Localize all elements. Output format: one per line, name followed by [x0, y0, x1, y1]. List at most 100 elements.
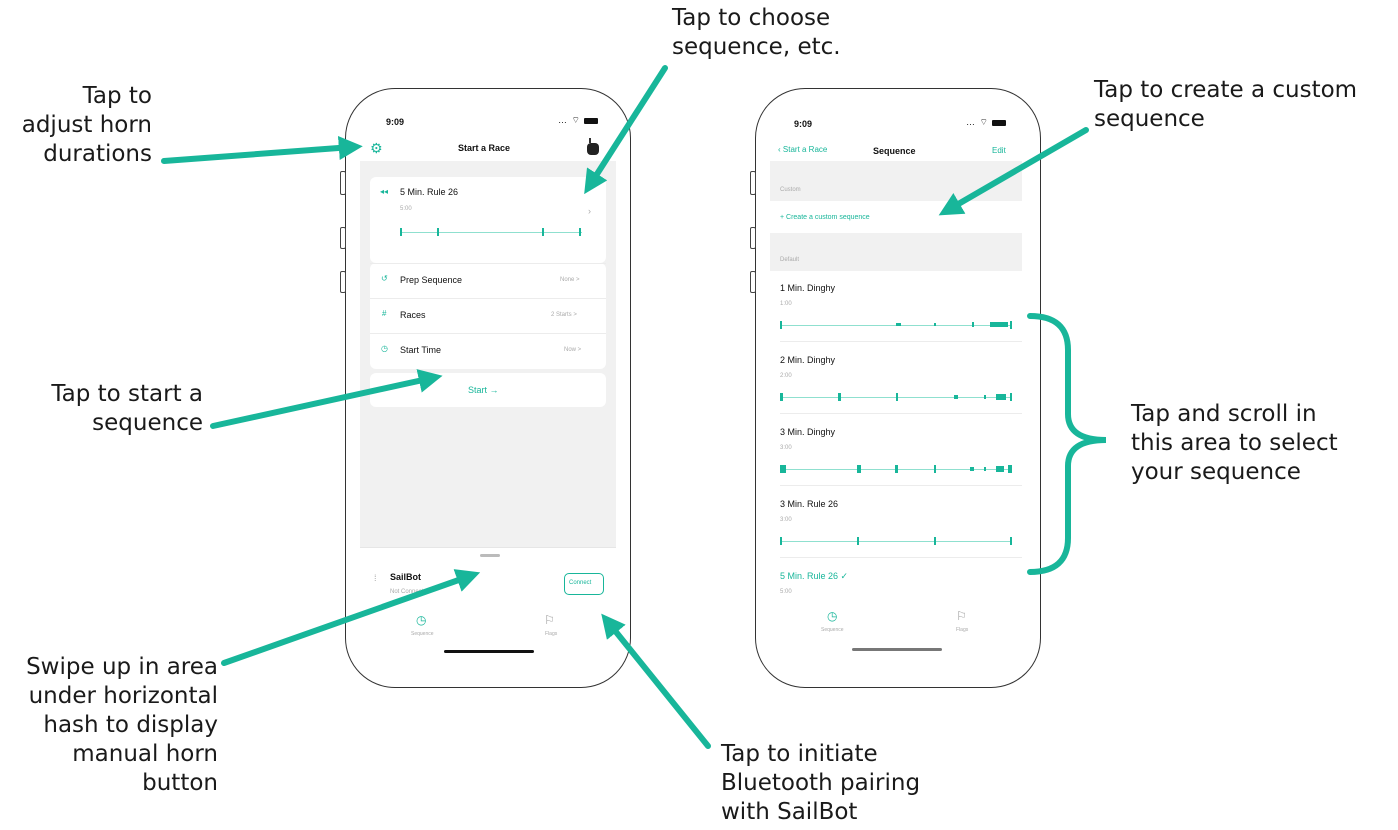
divider: [780, 557, 1022, 558]
phone-side-button: [340, 271, 346, 293]
timeline-tick: [400, 228, 402, 236]
status-icons: … ⌔: [966, 117, 1007, 128]
timeline-tick: [972, 322, 974, 327]
edit-button[interactable]: Edit: [992, 146, 1006, 155]
timeline-tick: [780, 393, 783, 401]
sequence-duration: 3:00: [780, 445, 792, 451]
divider: [370, 263, 606, 264]
timeline-tick: [996, 394, 1006, 400]
phone-sequence: 9:09 … ⌔ ‹ Start a Race Sequence Edit Cu…: [750, 88, 1041, 688]
phone-side-button: [340, 171, 346, 195]
phone-side-button: [750, 227, 756, 249]
phone-side-button: [750, 171, 756, 195]
timeline-tick: [934, 323, 936, 326]
phone-start-a-race: 9:09 … ⌔ ⚙ Start a Race ◂◂ 5 Min. Rule 2…: [340, 88, 631, 688]
clock-icon: ◷: [381, 344, 388, 353]
brace-sequence-list: [1027, 313, 1107, 575]
section-header-label: Default: [780, 257, 800, 263]
timeline-tick: [857, 537, 859, 545]
home-indicator: [852, 648, 942, 651]
custom-section-header: Custom: [770, 161, 1022, 201]
timeline-tick: [542, 228, 544, 236]
tab-label: Flags: [545, 631, 558, 637]
clock-icon: ◷: [827, 609, 838, 623]
callout-bluetooth-pairing: Tap to initiate Bluetooth pairing with S…: [721, 741, 921, 825]
callout-choose-sequence: Tap to choose sequence, etc.: [672, 5, 841, 60]
row-value: None >: [560, 277, 580, 283]
tab-bar: [770, 603, 1022, 673]
sequence-duration: 1:00: [780, 301, 792, 307]
timeline-tick: [934, 465, 936, 473]
horn-icon: ◂◂: [380, 187, 389, 196]
row-value: 2 Starts >: [551, 312, 577, 318]
phone-side-button: [750, 271, 756, 293]
timeline-tick: [1010, 393, 1012, 401]
timeline-tick: [954, 395, 958, 399]
timeline-tick: [780, 465, 786, 473]
connect-button-label: Connect: [569, 580, 592, 586]
battery-icon: [992, 119, 1007, 126]
arrow-to-gear: [161, 136, 363, 164]
phone-side-button: [340, 227, 346, 249]
sequence-timeline: [400, 232, 582, 233]
start-button[interactable]: Start →: [370, 373, 606, 407]
timeline-tick: [857, 465, 861, 473]
drawer-grab-handle[interactable]: [480, 554, 500, 557]
callout-scroll-select: Tap and scroll in this area to select yo…: [1131, 401, 1338, 485]
screen-start-a-race: 9:09 … ⌔ ⚙ Start a Race ◂◂ 5 Min. Rule 2…: [360, 103, 616, 673]
timeline-tick: [934, 537, 936, 545]
status-time: 9:09: [794, 119, 813, 129]
back-button[interactable]: ‹ Start a Race: [778, 145, 827, 154]
divider: [780, 413, 1022, 414]
gear-icon[interactable]: ⚙: [370, 140, 383, 157]
default-section-header: Default: [770, 233, 1022, 271]
page-title: Start a Race: [458, 143, 511, 153]
start-button-label: Start →: [468, 385, 499, 395]
connect-button[interactable]: Connect: [564, 573, 604, 595]
sequence-name: 3 Min. Rule 26: [780, 499, 839, 509]
section-header-label: Custom: [780, 187, 801, 193]
tab-label: Flags: [956, 627, 969, 633]
timeline-tick: [896, 323, 901, 326]
row-label: Races: [400, 310, 426, 320]
callout-swipe-up: Swipe up in area under horizontal hash t…: [26, 654, 218, 796]
timeline-tick: [780, 537, 782, 545]
back-button-label: Start a Race: [782, 145, 828, 154]
sequence-duration: 5:00: [400, 206, 412, 212]
timeline-tick: [1008, 465, 1012, 473]
callout-create-custom: Tap to create a custom sequence: [1094, 77, 1358, 132]
flag-icon: ⚐: [956, 609, 967, 623]
bottom-drawer[interactable]: [360, 547, 616, 673]
timeline-tick: [990, 322, 1008, 327]
chevron-right-icon: ›: [588, 206, 591, 216]
device-status: Not Connected: [390, 589, 431, 595]
device-name: SailBot: [390, 572, 422, 582]
sequence-duration: 3:00: [780, 517, 792, 523]
callout-start-sequence: Tap to start a sequence: [51, 381, 203, 436]
callout-adjust-horn: Tap to adjust horn durations: [21, 83, 152, 167]
timeline-tick: [780, 321, 782, 329]
sequence-name: 2 Min. Dinghy: [780, 355, 836, 365]
sequence-timeline: [780, 541, 1012, 542]
repeat-icon: ↺: [381, 274, 388, 283]
sailbot-device-icon[interactable]: [586, 138, 600, 156]
create-custom-sequence-button[interactable]: + Create a custom sequence: [780, 214, 870, 221]
timeline-tick: [895, 465, 898, 473]
sequence-name: 5 Min. Rule 26: [400, 187, 459, 197]
screen-sequence: 9:09 … ⌔ ‹ Start a Race Sequence Edit Cu…: [770, 103, 1026, 673]
sequence-name: 3 Min. Dinghy: [780, 427, 836, 437]
divider: [780, 341, 1022, 342]
clock-icon: ◷: [416, 613, 427, 627]
row-value: Now >: [564, 347, 582, 353]
divider: [780, 485, 1022, 486]
status-time: 9:09: [386, 117, 405, 127]
timeline-tick: [996, 466, 1004, 472]
hash-icon: #: [382, 309, 387, 318]
timeline-tick: [984, 395, 986, 399]
sequence-duration: 2:00: [780, 373, 792, 379]
sequence-duration: 5:00: [780, 589, 792, 595]
timeline-tick: [838, 393, 841, 401]
timeline-tick: [896, 393, 898, 401]
divider: [370, 333, 606, 334]
timeline-tick: [1010, 537, 1012, 545]
